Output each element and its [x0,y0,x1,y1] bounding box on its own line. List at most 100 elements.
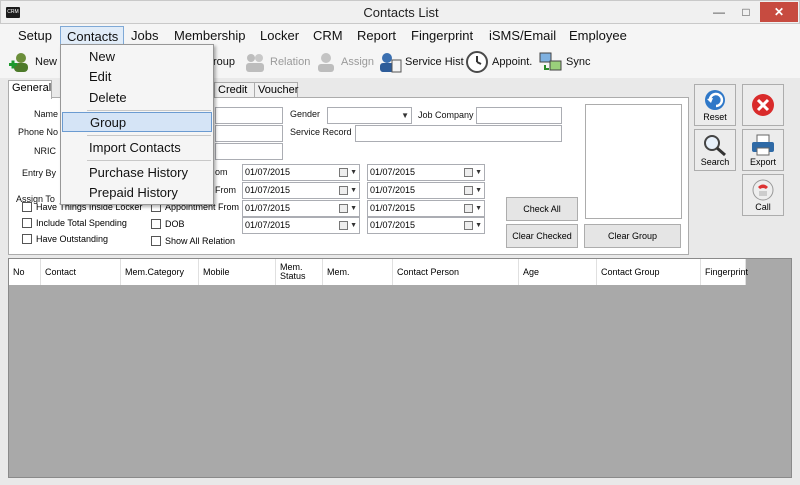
service-record-field[interactable] [355,125,562,142]
date-range-3-to[interactable]: 01/07/2015 ▼ [367,200,485,217]
maximize-button[interactable]: □ [733,2,759,22]
column-header-mem[interactable]: Mem. [323,259,393,285]
new-contact-button[interactable]: New [8,49,57,75]
include-total-spending-checkbox[interactable]: Include Total Spending [22,218,127,228]
date-range-2-to[interactable]: 01/07/2015 ▼ [367,182,485,199]
name-field[interactable] [215,107,283,124]
contacts-grid[interactable]: No Contact Mem.Category Mobile Mem. Stat… [8,258,792,478]
group-label: roup [213,56,236,68]
contacts-dropdown-menu: New Edit Delete Group Import Contacts Pu… [60,44,214,205]
tab-credit[interactable]: Credit [214,82,256,98]
clear-group-button[interactable]: Clear Group [584,224,681,248]
search-icon [702,133,728,157]
dob-from[interactable]: 01/07/2015 ▼ [242,217,360,234]
calendar-icon [339,204,348,213]
minimize-button[interactable]: — [706,2,732,22]
chevron-down-icon: ▼ [475,205,482,212]
appointment-button[interactable]: Appoint. [465,49,532,75]
menu-jobs[interactable]: Jobs [125,26,164,46]
tab-general[interactable]: General [8,80,52,99]
gender-select[interactable]: ▼ [327,107,412,124]
service-history-button[interactable]: Service Hist [378,49,464,75]
menu-separator [87,160,211,161]
column-header-contact-group[interactable]: Contact Group [597,259,701,285]
menu-employee[interactable]: Employee [563,26,633,46]
column-header-mem-category[interactable]: Mem.Category [121,259,199,285]
photo-preview [585,104,682,219]
close-icon [750,93,776,117]
column-header-age[interactable]: Age [519,259,597,285]
phone-field[interactable] [215,125,283,142]
chevron-down-icon: ▼ [350,187,357,194]
nric-field[interactable] [215,143,283,160]
column-header-contact-person[interactable]: Contact Person [393,259,519,285]
menu-item-edit[interactable]: Edit [62,67,212,87]
menu-item-group[interactable]: Group [62,112,212,132]
calendar-icon [464,168,473,177]
menu-item-new[interactable]: New [62,47,212,67]
calendar-icon [464,204,473,213]
chevron-down-icon: ▼ [350,205,357,212]
chevron-down-icon: ▼ [475,169,482,176]
relation-button[interactable]: Relation [243,49,310,75]
clear-checked-button[interactable]: Clear Checked [506,224,578,248]
date-range-1-from[interactable]: 01/07/2015 ▼ [242,164,360,181]
check-all-button[interactable]: Check All [506,197,578,221]
date-range-2-from[interactable]: 01/07/2015 ▼ [242,182,360,199]
menu-membership[interactable]: Membership [168,26,252,46]
menu-item-delete[interactable]: Delete [62,88,212,108]
date-range-1-to[interactable]: 01/07/2015 ▼ [367,164,485,181]
name-label: Name [34,109,59,119]
menu-isms-email[interactable]: iSMS/Email [483,26,562,46]
column-header-mem-status[interactable]: Mem. Status [276,259,323,285]
call-button[interactable]: Call [742,174,784,216]
menu-locker[interactable]: Locker [254,26,305,46]
phone-label: Phone No [18,127,59,137]
menu-fingerprint[interactable]: Fingerprint [405,26,479,46]
job-company-label: Job Company [418,110,474,120]
sync-button[interactable]: Sync [539,49,590,75]
menu-item-purchase-history[interactable]: Purchase History [62,163,212,183]
job-company-field[interactable] [476,107,562,124]
tab-voucher[interactable]: Voucher [254,82,298,98]
grid-header: No Contact Mem.Category Mobile Mem. Stat… [9,259,748,285]
close-button[interactable]: ✕ [760,2,798,22]
menu-report[interactable]: Report [351,26,402,46]
menu-contacts[interactable]: Contacts [60,26,124,46]
menu-item-prepaid-history[interactable]: Prepaid History [62,183,212,203]
menu-separator [87,110,211,111]
sync-icon [539,50,563,74]
column-header-mobile[interactable]: Mobile [199,259,276,285]
menu-crm[interactable]: CRM [307,26,349,46]
show-all-relation-checkbox[interactable]: Show All Relation [151,236,235,246]
dob-checkbox[interactable]: DOB [151,219,185,229]
reset-button[interactable]: Reset [694,84,736,126]
reset-icon [702,88,728,112]
relation-label: Relation [270,56,311,68]
export-button[interactable]: Export [742,129,784,171]
dob-to[interactable]: 01/07/2015 ▼ [367,217,485,234]
chevron-down-icon: ▼ [350,169,357,176]
nric-label: NRIC [34,146,56,156]
date-range-2-label: From [215,185,236,195]
new-label: New [35,56,58,68]
close-x-button[interactable] [742,84,784,126]
column-header-no[interactable]: No [9,259,41,285]
column-header-fingerprint[interactable]: Fingerprint [701,259,748,285]
column-header-contact[interactable]: Contact [41,259,121,285]
have-outstanding-checkbox[interactable]: Have Outstanding [22,234,108,244]
calendar-icon [464,221,473,230]
group-button[interactable]: roup [213,49,235,75]
date-range-1-label: om [215,167,228,177]
menu-item-import-contacts[interactable]: Import Contacts [62,138,212,158]
date-range-3-from[interactable]: 01/07/2015 ▼ [242,200,360,217]
menu-setup[interactable]: Setup [12,26,58,46]
search-button[interactable]: Search [694,129,736,171]
chevron-down-icon: ▼ [475,187,482,194]
service-record-label: Service Record [290,127,352,137]
service-history-icon [378,50,402,74]
assign-button[interactable]: Assign [314,49,374,75]
menu-separator [87,135,211,136]
chevron-down-icon: ▼ [475,222,482,229]
chevron-down-icon: ▼ [350,222,357,229]
